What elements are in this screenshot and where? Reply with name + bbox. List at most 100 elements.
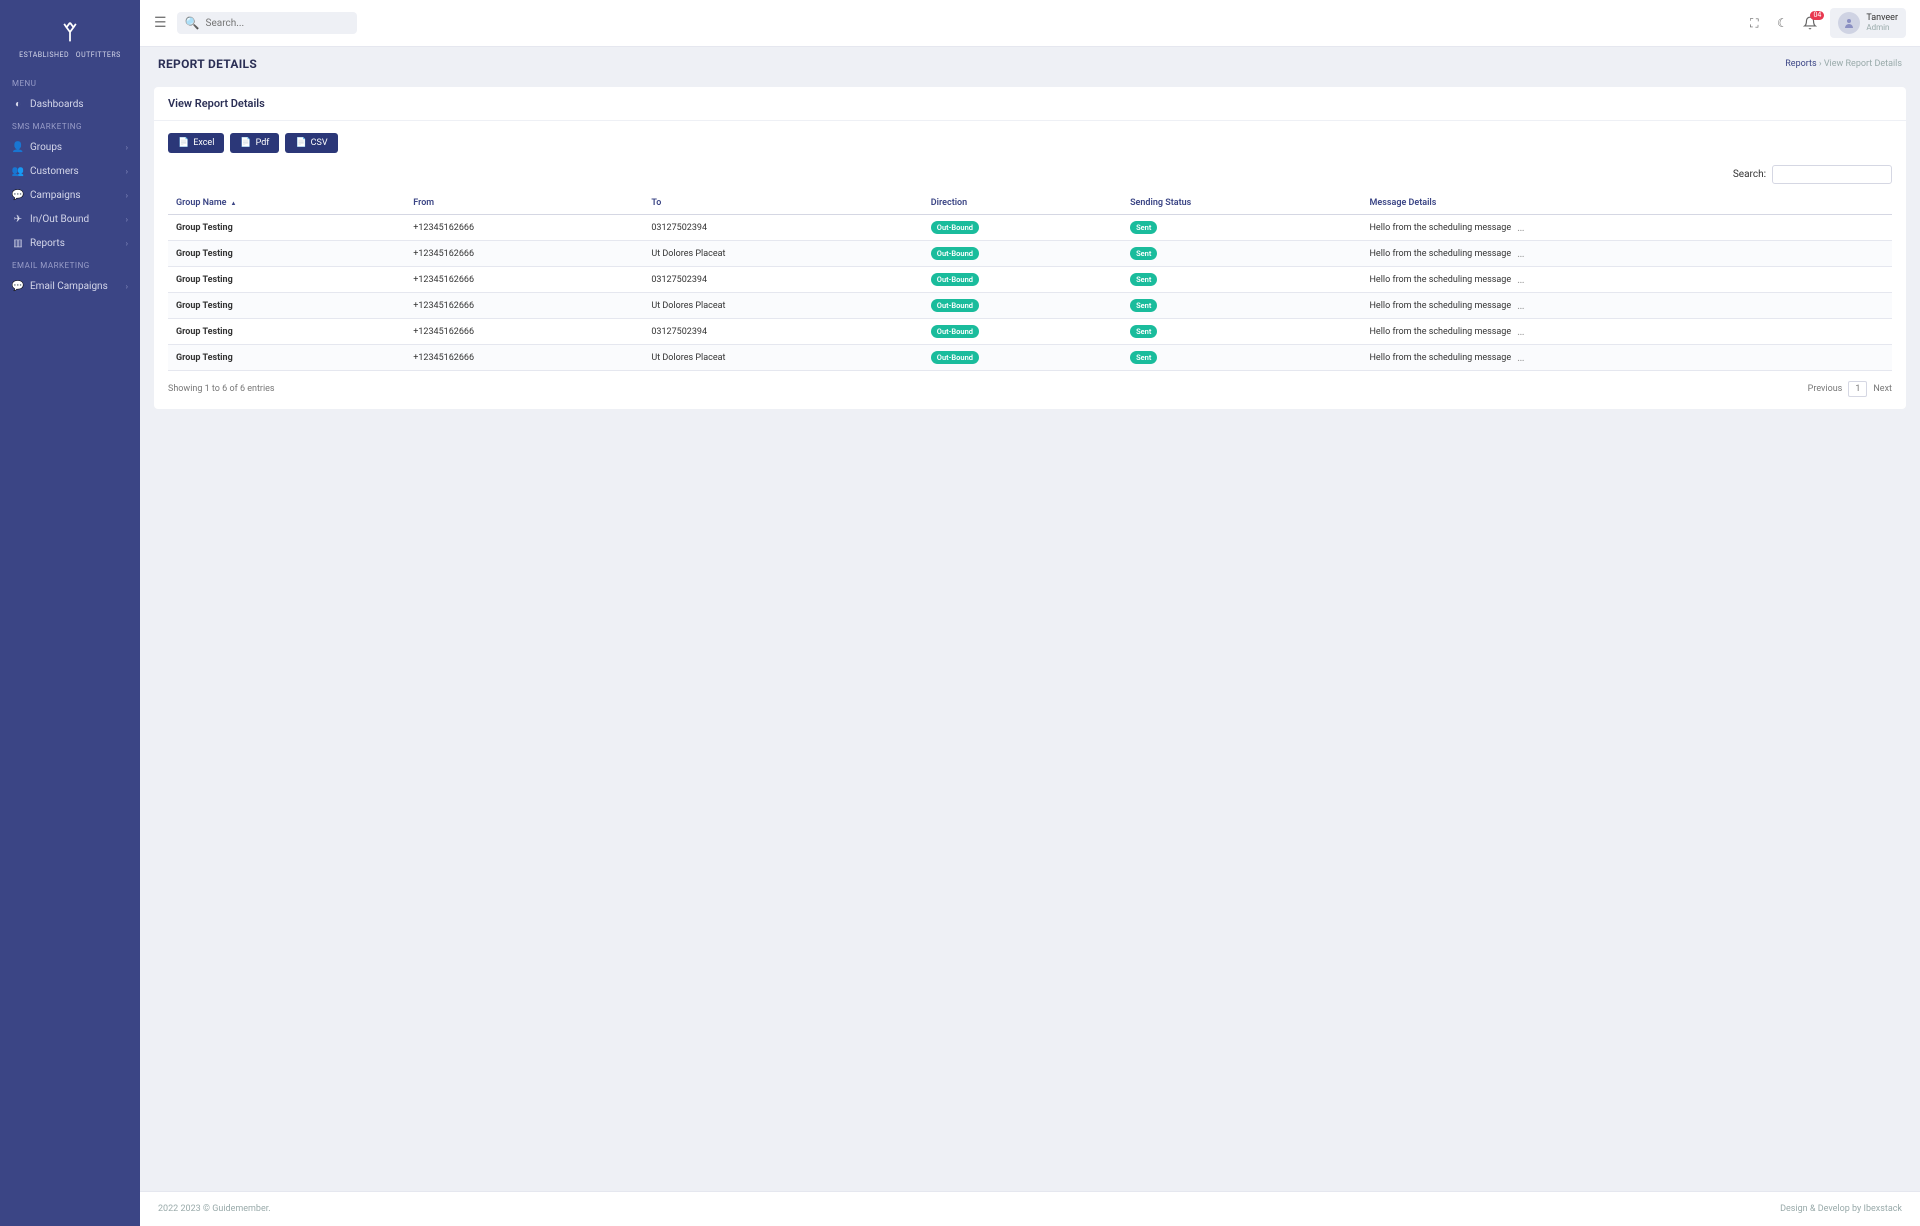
cell-status: Sent (1122, 241, 1361, 267)
notif-badge: 04 (1810, 11, 1824, 20)
file-icon: 📄 (240, 138, 251, 148)
user-menu[interactable]: Tanveer Admin (1830, 8, 1906, 38)
row-actions-icon[interactable]: … (1517, 299, 1524, 312)
sidebar-item-label: Reports (30, 238, 65, 249)
cell-from: +12345162666 (405, 215, 643, 241)
cell-message: Hello from the scheduling message… (1362, 241, 1892, 267)
cell-status: Sent (1122, 319, 1361, 345)
col-direction[interactable]: Direction (923, 192, 1122, 215)
sidebar-item-reports[interactable]: ▥ Reports › (0, 231, 140, 255)
search-box[interactable]: 🔍 (177, 12, 357, 34)
page-next[interactable]: Next (1873, 384, 1892, 394)
sidebar-item-campaigns[interactable]: 💬 Campaigns › (0, 183, 140, 207)
cell-to: 03127502394 (643, 215, 922, 241)
row-actions-icon[interactable]: … (1517, 247, 1524, 260)
cell-direction: Out-Bound (923, 215, 1122, 241)
footer-credit: Design & Develop by Ibexstack (1780, 1204, 1902, 1214)
chevron-right-icon: › (126, 143, 128, 152)
bell-icon[interactable]: 04 (1802, 15, 1818, 31)
dark-mode-icon[interactable]: ☾ (1774, 15, 1790, 31)
row-actions-icon[interactable]: … (1517, 325, 1524, 338)
footer-copyright: 2022 2023 © Guidemember. (158, 1204, 271, 1214)
sidebar-item-label: In/Out Bound (30, 214, 89, 225)
table-row: Group Testing+12345162666Ut Dolores Plac… (168, 241, 1892, 267)
button-label: Excel (193, 138, 214, 148)
logo-text-2: OUTFITTERS (76, 51, 121, 59)
cell-from: +12345162666 (405, 293, 643, 319)
cell-direction: Out-Bound (923, 267, 1122, 293)
button-label: Pdf (256, 138, 270, 148)
cell-from: +12345162666 (405, 319, 643, 345)
chat-icon: 💬 (12, 280, 24, 292)
sidebar-item-label: Groups (30, 142, 62, 153)
menu-header-sms: SMS MARKETING (0, 116, 140, 135)
cell-status: Sent (1122, 267, 1361, 293)
cell-to: Ut Dolores Placeat (643, 345, 922, 371)
table-search-input[interactable] (1772, 165, 1892, 184)
report-card: View Report Details 📄Excel 📄Pdf 📄CSV Sea… (154, 87, 1906, 409)
sidebar-item-inout[interactable]: ✈ In/Out Bound › (0, 207, 140, 231)
cell-group: Group Testing (168, 319, 405, 345)
page-number[interactable]: 1 (1848, 381, 1867, 397)
cell-direction: Out-Bound (923, 319, 1122, 345)
breadcrumb: Reports › View Report Details (1785, 59, 1902, 69)
file-icon: 📄 (178, 138, 189, 148)
menu-header: MENU (0, 73, 140, 92)
pagination: Previous 1 Next (1808, 381, 1892, 397)
cell-to: 03127502394 (643, 319, 922, 345)
export-pdf-button[interactable]: 📄 Pdf (230, 133, 279, 153)
cell-from: +12345162666 (405, 345, 643, 371)
sidebar-item-label: Customers (30, 166, 79, 177)
cell-group: Group Testing (168, 293, 405, 319)
row-actions-icon[interactable]: … (1517, 351, 1524, 364)
sidebar-item-dashboards[interactable]: ◐ Dashboards (0, 92, 140, 116)
cell-message: Hello from the scheduling message… (1362, 267, 1892, 293)
cell-group: Group Testing (168, 241, 405, 267)
cell-from: +12345162666 (405, 241, 643, 267)
gauge-icon: ◐ (12, 98, 24, 110)
sidebar-item-customers[interactable]: 👥 Customers › (0, 159, 140, 183)
row-actions-icon[interactable]: … (1517, 273, 1524, 286)
cell-direction: Out-Bound (923, 293, 1122, 319)
cell-to: 03127502394 (643, 267, 922, 293)
footer: 2022 2023 © Guidemember. Design & Develo… (140, 1191, 1920, 1226)
page-prev[interactable]: Previous (1808, 384, 1843, 394)
cell-to: Ut Dolores Placeat (643, 293, 922, 319)
topbar: ☰ 🔍 ⛶ ☾ 04 Tanveer Admin (140, 0, 1920, 47)
logo: ESTABLISHED OUTFITTERS (0, 10, 140, 73)
col-message[interactable]: Message Details (1362, 192, 1892, 215)
cell-status: Sent (1122, 345, 1361, 371)
user-icon: 👤 (12, 141, 24, 153)
chart-icon: ▥ (12, 237, 24, 249)
menu-header-email: EMAIL MARKETING (0, 255, 140, 274)
col-to[interactable]: To (643, 192, 922, 215)
col-from[interactable]: From (405, 192, 643, 215)
page-header: REPORT DETAILS Reports › View Report Det… (140, 47, 1920, 81)
table-row: Group Testing+12345162666Ut Dolores Plac… (168, 293, 1892, 319)
cell-status: Sent (1122, 293, 1361, 319)
users-icon: 👥 (12, 165, 24, 177)
menu-toggle-icon[interactable]: ☰ (154, 15, 167, 31)
chevron-right-icon: › (126, 239, 128, 248)
search-input[interactable] (206, 18, 349, 29)
breadcrumb-root[interactable]: Reports (1785, 59, 1816, 69)
sidebar-item-email-campaigns[interactable]: 💬 Email Campaigns › (0, 274, 140, 298)
table-row: Group Testing+1234516266603127502394Out-… (168, 215, 1892, 241)
col-status[interactable]: Sending Status (1122, 192, 1361, 215)
cell-group: Group Testing (168, 345, 405, 371)
button-label: CSV (311, 138, 328, 148)
row-actions-icon[interactable]: … (1517, 221, 1524, 234)
cell-status: Sent (1122, 215, 1361, 241)
fullscreen-icon[interactable]: ⛶ (1746, 15, 1762, 31)
table-search-label: Search: (1733, 169, 1766, 180)
sidebar-item-label: Dashboards (30, 99, 84, 110)
export-excel-button[interactable]: 📄 Excel (168, 133, 224, 153)
col-group[interactable]: Group Name (168, 192, 405, 215)
table-row: Group Testing+1234516266603127502394Out-… (168, 267, 1892, 293)
avatar (1838, 12, 1860, 34)
sidebar-item-groups[interactable]: 👤 Groups › (0, 135, 140, 159)
cell-direction: Out-Bound (923, 241, 1122, 267)
export-csv-button[interactable]: 📄CSV (285, 133, 337, 153)
main: ☰ 🔍 ⛶ ☾ 04 Tanveer Admin (140, 0, 1920, 1226)
cell-group: Group Testing (168, 267, 405, 293)
